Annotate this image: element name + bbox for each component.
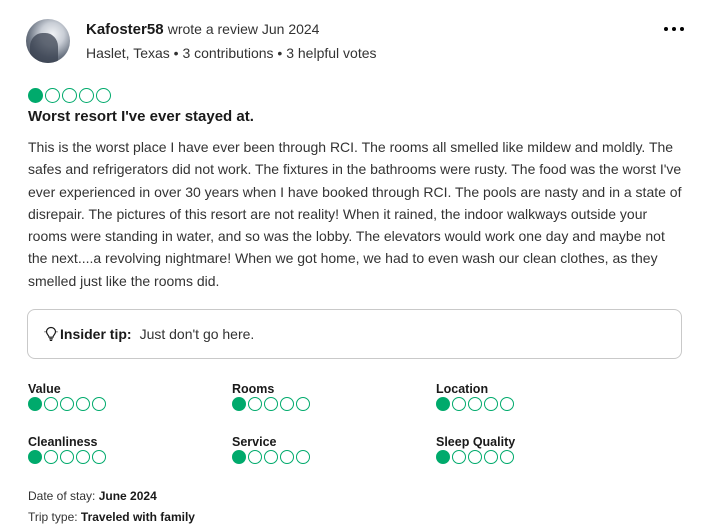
reviewer-avatar[interactable]: [26, 19, 70, 63]
reviewer-location: Haslet, Texas: [86, 45, 170, 61]
rating-bubble-empty: [500, 397, 514, 411]
rating-bubble-empty: [79, 88, 94, 103]
rating-bubble-empty: [60, 450, 74, 464]
sub-rating-label: Cleanliness: [28, 435, 98, 449]
sub-rating-bubbles: [232, 450, 310, 464]
sub-rating-label: Value: [28, 382, 61, 396]
trip-type-label: Trip type:: [28, 510, 78, 524]
date-of-stay: Date of stay: June 2024: [28, 489, 157, 503]
sub-rating-rooms: Rooms: [232, 382, 412, 416]
rating-bubble-empty: [500, 450, 514, 464]
trip-type-value: Traveled with family: [80, 510, 195, 524]
trip-type: Trip type: Traveled with family: [28, 510, 195, 524]
rating-bubble-empty: [248, 397, 262, 411]
more-options-button[interactable]: [664, 20, 684, 38]
rating-bubble-empty: [484, 450, 498, 464]
lightbulb-icon: [44, 326, 58, 341]
insider-tip-text: Just don't go here.: [139, 326, 255, 342]
review-date-text: wrote a review Jun 2024: [167, 21, 320, 37]
rating-bubble-empty: [44, 450, 58, 464]
reviewer-helpful-votes: 3 helpful votes: [286, 45, 377, 61]
rating-bubble-filled: [436, 450, 450, 464]
rating-bubble-filled: [436, 397, 450, 411]
date-of-stay-value: June 2024: [98, 489, 157, 503]
rating-bubble-empty: [60, 397, 74, 411]
sub-rating-value: Value: [28, 382, 208, 416]
reviewer-meta: Haslet, Texas • 3 contributions • 3 help…: [86, 45, 377, 61]
rating-bubble-empty: [296, 450, 310, 464]
rating-bubble-empty: [452, 450, 466, 464]
review-title[interactable]: Worst resort I've ever stayed at.: [28, 108, 254, 125]
meta-separator: •: [277, 45, 283, 61]
sub-rating-label: Sleep Quality: [436, 435, 516, 449]
review-body: This is the worst place I have ever been…: [28, 139, 682, 289]
reviewer-username[interactable]: Kafoster58: [86, 21, 164, 38]
sub-rating-label: Rooms: [232, 382, 275, 396]
rating-bubble-filled: [232, 397, 246, 411]
rating-bubble-empty: [264, 397, 278, 411]
sub-rating-bubbles: [232, 397, 310, 411]
rating-bubble-empty: [280, 450, 294, 464]
rating-bubble-empty: [62, 88, 77, 103]
rating-bubble-filled: [28, 88, 43, 103]
meta-separator: •: [173, 45, 179, 61]
rating-bubble-empty: [76, 450, 90, 464]
rating-bubble-empty: [45, 88, 60, 103]
more-horizontal-icon: [664, 27, 668, 31]
date-of-stay-label: Date of stay:: [28, 489, 96, 503]
rating-bubble-empty: [484, 397, 498, 411]
sub-rating-bubbles: [28, 397, 106, 411]
rating-bubble-empty: [280, 397, 294, 411]
rating-bubble-empty: [92, 397, 106, 411]
sub-rating-service: Service: [232, 435, 412, 469]
reviewer-contributions: 3 contributions: [182, 45, 274, 61]
rating-bubble-filled: [28, 450, 42, 464]
insider-tip-box: Insider tip: Just don't go here.: [27, 309, 682, 359]
rating-bubble-empty: [76, 397, 90, 411]
sub-rating-sleep-quality: Sleep Quality: [436, 435, 616, 469]
more-horizontal-icon: [680, 27, 684, 31]
insider-tip-label: Insider tip:: [60, 326, 132, 342]
reviewer-header: Kafoster58 wrote a review Jun 2024: [86, 20, 319, 39]
rating-bubble-empty: [452, 397, 466, 411]
rating-bubble-empty: [92, 450, 106, 464]
sub-rating-label: Service: [232, 435, 277, 449]
sub-rating-location: Location: [436, 382, 616, 416]
rating-bubble-empty: [44, 397, 58, 411]
rating-bubble-filled: [28, 397, 42, 411]
rating-bubble-filled: [232, 450, 246, 464]
rating-bubble-empty: [96, 88, 111, 103]
rating-bubble-empty: [264, 450, 278, 464]
rating-bubble-empty: [296, 397, 310, 411]
rating-bubble-empty: [468, 397, 482, 411]
rating-bubble-empty: [468, 450, 482, 464]
sub-rating-label: Location: [436, 382, 489, 396]
sub-rating-cleanliness: Cleanliness: [28, 435, 208, 469]
rating-bubble-empty: [248, 450, 262, 464]
sub-rating-bubbles: [436, 397, 514, 411]
more-horizontal-icon: [672, 27, 676, 31]
sub-rating-bubbles: [28, 450, 106, 464]
sub-rating-bubbles: [436, 450, 514, 464]
overall-rating-bubbles: [28, 88, 111, 103]
